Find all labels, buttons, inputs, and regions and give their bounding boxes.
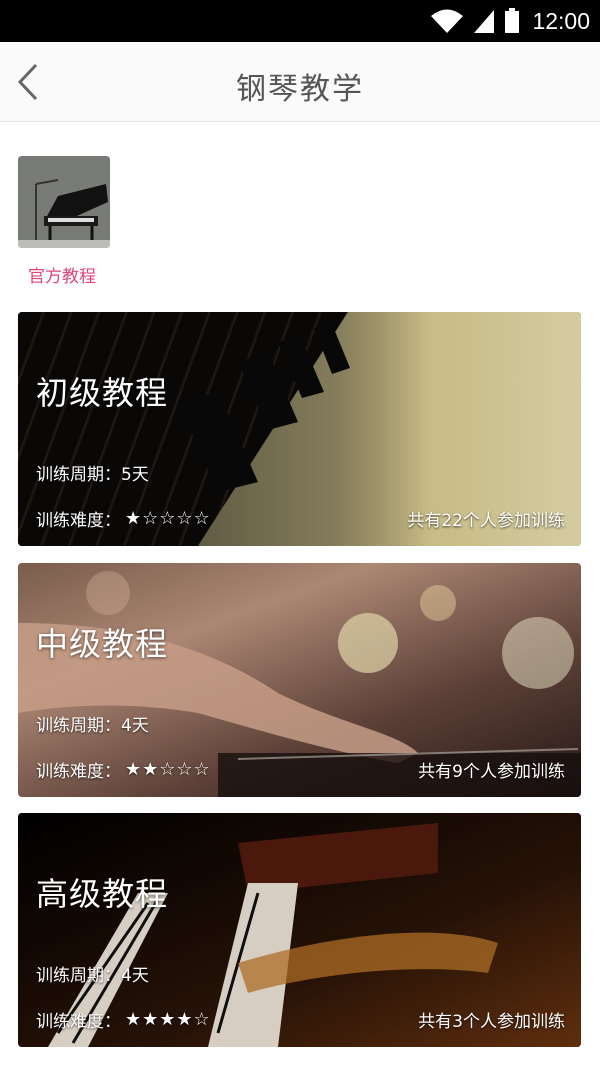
- clock: 12:00: [532, 7, 590, 34]
- course-difficulty: 训练难度： ★☆☆☆☆: [36, 506, 211, 531]
- course-card-intermediate[interactable]: 中级教程 训练周期：4天 训练难度： ★★☆☆☆ 共有9个人参加训练: [18, 563, 581, 797]
- star-rating-icon: ★★★★☆: [125, 1009, 211, 1030]
- course-difficulty: 训练难度： ★★☆☆☆: [36, 757, 211, 782]
- course-name: 中级教程: [36, 625, 169, 663]
- course-name: 初级教程: [36, 374, 169, 412]
- battery-icon: [505, 8, 520, 33]
- app-bar: 钢琴教学: [0, 42, 600, 122]
- participant-count: 共有22个人参加训练: [407, 511, 565, 531]
- category-official[interactable]: 官方教程: [18, 156, 112, 287]
- star-rating-icon: ★☆☆☆☆: [125, 508, 211, 529]
- status-bar: 12:00: [0, 0, 600, 42]
- course-card-advanced[interactable]: 高级教程 训练周期：4天 训练难度： ★★★★☆ 共有3个人参加训练: [18, 813, 581, 1047]
- course-name: 高级教程: [36, 875, 169, 913]
- course-period: 训练周期：4天: [36, 966, 149, 986]
- course-period: 训练周期：5天: [36, 465, 149, 485]
- category-label: 官方教程: [28, 267, 96, 287]
- star-rating-icon: ★★☆☆☆: [125, 759, 211, 780]
- difficulty-label: 训练难度：: [36, 1012, 121, 1032]
- wifi-icon: [431, 9, 464, 33]
- page-title: 钢琴教学: [236, 72, 364, 107]
- difficulty-label: 训练难度：: [36, 511, 121, 531]
- participant-count: 共有3个人参加训练: [418, 1012, 565, 1032]
- piano-image: [18, 156, 110, 248]
- course-period: 训练周期：4天: [36, 716, 149, 736]
- participant-count: 共有9个人参加训练: [418, 762, 565, 782]
- status-icons: 12:00: [430, 6, 590, 36]
- signal-icon: [474, 10, 495, 33]
- course-difficulty: 训练难度： ★★★★☆: [36, 1007, 211, 1032]
- difficulty-label: 训练难度：: [36, 762, 121, 782]
- course-card-beginner[interactable]: 初级教程 训练周期：5天 训练难度： ★☆☆☆☆ 共有22个人参加训练: [18, 312, 581, 546]
